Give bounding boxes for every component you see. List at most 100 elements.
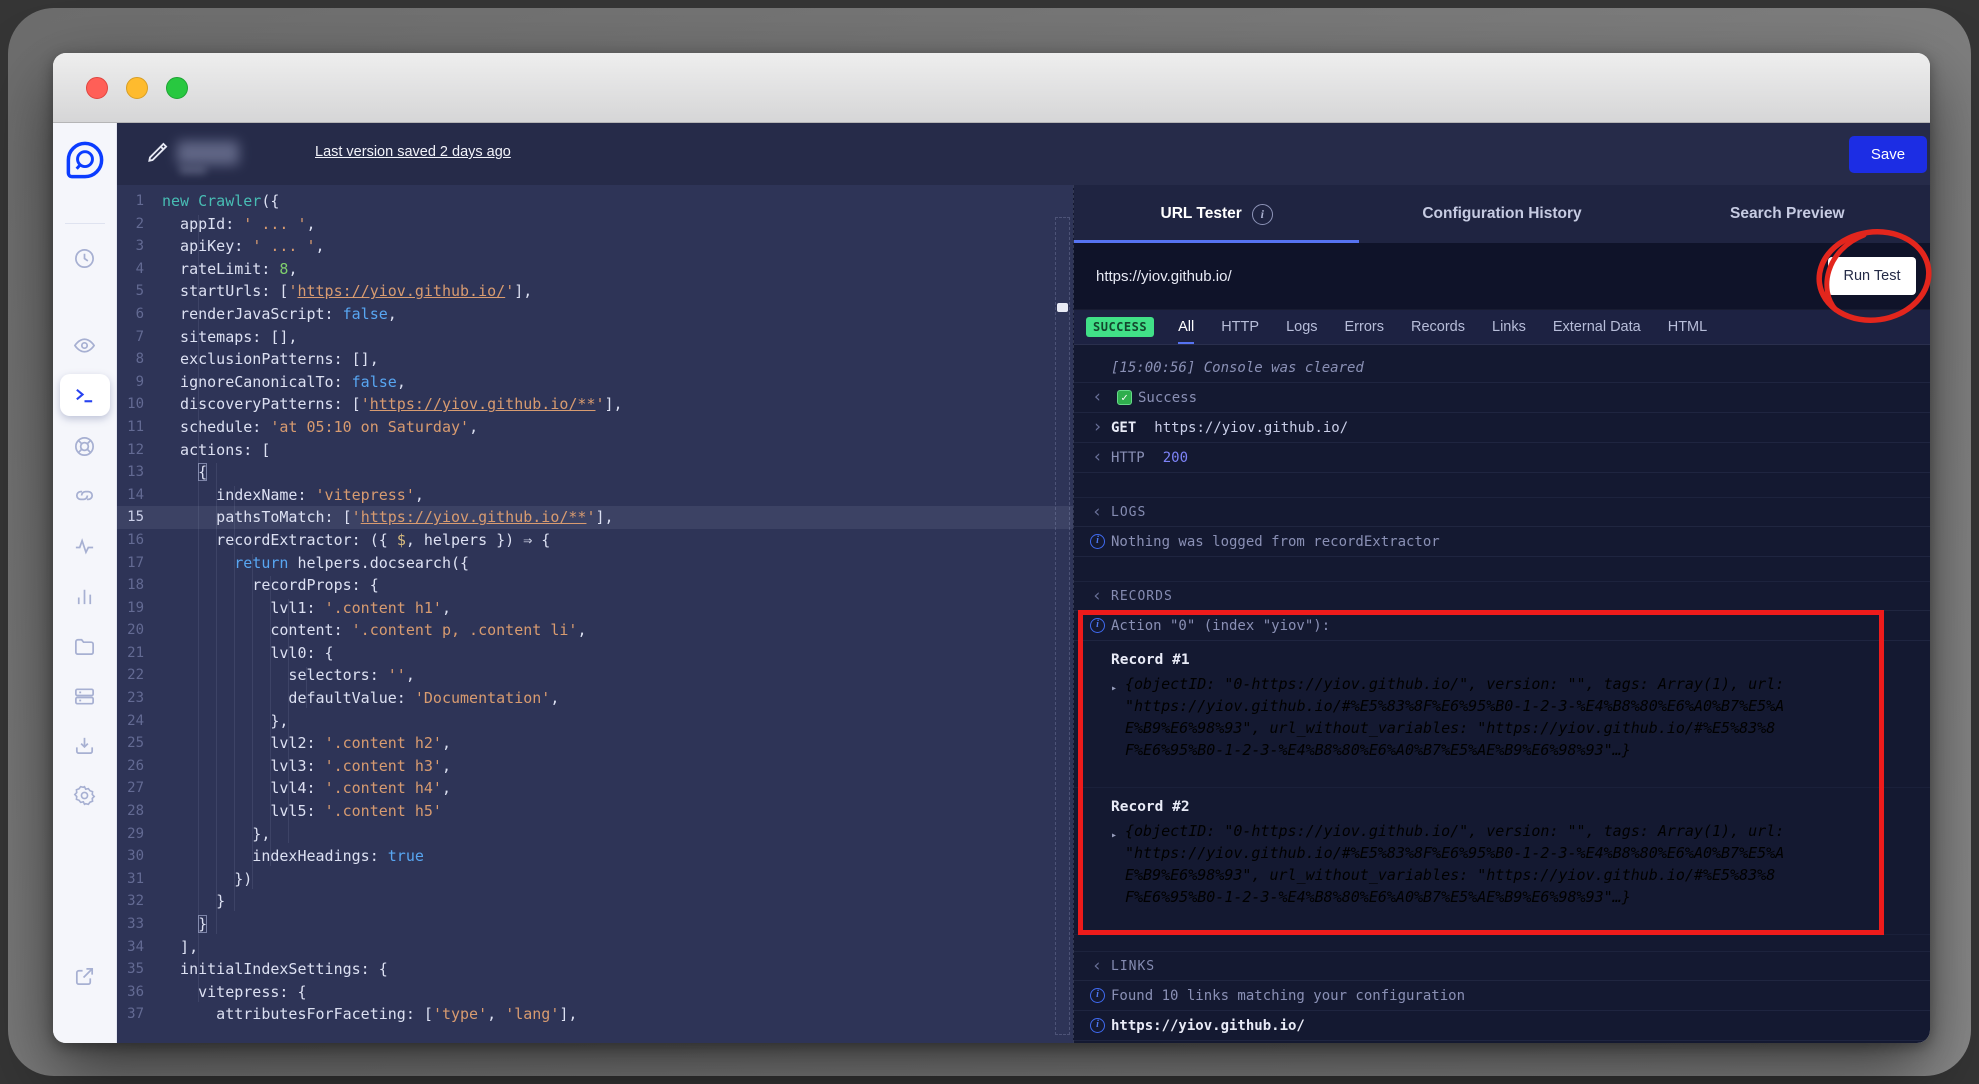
code-editor[interactable]: 1new Crawler({2 appId: ' ... ',3 apiKey:… <box>117 185 1073 1043</box>
record-object-preview[interactable]: ▸{objectID: "0-https://yiov.github.io/",… <box>1111 820 1789 908</box>
code-line-22[interactable]: 22 selectors: '', <box>117 664 1073 687</box>
code-text: indexName: 'vitepress', <box>162 484 424 507</box>
code-text: appId: ' ... ', <box>162 213 316 236</box>
code-line-29[interactable]: 29 }, <box>117 823 1073 846</box>
row-icon-column: › <box>1084 419 1111 436</box>
section-label: RECORDS <box>1111 589 1173 604</box>
code-line-24[interactable]: 24 }, <box>117 710 1073 733</box>
code-line-31[interactable]: 31 }) <box>117 868 1073 891</box>
tab-url-tester[interactable]: URL Testeri <box>1074 185 1359 243</box>
indent-guide <box>288 599 289 844</box>
code-line-32[interactable]: 32 } <box>117 890 1073 913</box>
console-http-status-row: ‹HTTP200 <box>1074 443 1930 473</box>
code-line-15[interactable]: 15 pathsToMatch: ['https://yiov.github.i… <box>117 506 1073 529</box>
code-line-27[interactable]: 27 lvl4: '.content h4', <box>117 777 1073 800</box>
sidebar-item-activity-icon[interactable] <box>73 534 97 558</box>
expand-triangle-icon[interactable]: ▸ <box>1111 678 1117 700</box>
filter-tab-records[interactable]: Records <box>1411 310 1465 344</box>
editor-scrollbar-track[interactable] <box>1055 217 1070 1035</box>
edit-pencil-icon[interactable] <box>145 139 171 165</box>
url-input[interactable]: https://yiov.github.io/ <box>1096 268 1232 285</box>
tab-configuration-history[interactable]: Configuration History <box>1359 185 1644 243</box>
code-line-35[interactable]: 35 initialIndexSettings: { <box>117 958 1073 981</box>
collapse-chevron-icon[interactable]: ‹ <box>1092 958 1103 975</box>
code-line-23[interactable]: 23 defaultValue: 'Documentation', <box>117 687 1073 710</box>
sidebar-item-external-link-icon[interactable] <box>73 964 97 988</box>
sidebar-item-lifebuoy-icon[interactable] <box>73 434 97 458</box>
code-line-5[interactable]: 5 startUrls: ['https://yiov.github.io/']… <box>117 280 1073 303</box>
editor-scrollbar-thumb[interactable] <box>1057 303 1068 312</box>
code-line-36[interactable]: 36 vitepress: { <box>117 981 1073 1004</box>
code-line-9[interactable]: 9 ignoreCanonicalTo: false, <box>117 371 1073 394</box>
save-button[interactable]: Save <box>1849 136 1927 173</box>
code-line-37[interactable]: 37 attributesForFaceting: ['type', 'lang… <box>117 1003 1073 1026</box>
last-version-saved-link[interactable]: Last version saved 2 days ago <box>315 144 511 160</box>
code-line-10[interactable]: 10 discoveryPatterns: ['https://yiov.git… <box>117 393 1073 416</box>
close-window-button[interactable] <box>86 77 108 99</box>
code-line-4[interactable]: 4 rateLimit: 8, <box>117 258 1073 281</box>
record-object-preview[interactable]: ▸{objectID: "0-https://yiov.github.io/",… <box>1111 673 1789 761</box>
tab-label: Configuration History <box>1422 205 1581 223</box>
code-line-18[interactable]: 18 recordProps: { <box>117 574 1073 597</box>
collapse-chevron-icon[interactable]: ‹ <box>1092 504 1103 521</box>
line-number: 31 <box>117 868 162 891</box>
url-tester-panel: URL Testeri Configuration History Search P… <box>1073 185 1930 1043</box>
tab-search-preview[interactable]: Search Preview <box>1645 185 1930 243</box>
filter-tab-external-data[interactable]: External Data <box>1553 310 1641 344</box>
console-spacer <box>1074 473 1930 497</box>
code-line-21[interactable]: 21 lvl0: { <box>117 642 1073 665</box>
code-text: }) <box>162 868 252 891</box>
success-check-icon: ✓ <box>1117 390 1132 405</box>
code-line-6[interactable]: 6 renderJavaScript: false, <box>117 303 1073 326</box>
sidebar-item-bar-chart-icon[interactable] <box>73 584 97 608</box>
collapse-chevron-icon[interactable]: ‹ <box>1092 449 1102 466</box>
zoom-window-button[interactable] <box>166 77 188 99</box>
sidebar-item-download-icon[interactable] <box>73 733 97 757</box>
filter-tab-errors[interactable]: Errors <box>1345 310 1384 344</box>
config-name-redacted <box>177 141 239 165</box>
expand-triangle-icon[interactable]: ▸ <box>1111 825 1117 847</box>
code-text: pathsToMatch: ['https://yiov.github.io/*… <box>162 506 614 529</box>
code-line-33[interactable]: 33 } <box>117 913 1073 936</box>
algolia-logo-icon[interactable] <box>64 139 106 181</box>
code-line-34[interactable]: 34 ], <box>117 936 1073 959</box>
sidebar-item-server-icon[interactable] <box>73 684 97 708</box>
expand-chevron-icon[interactable]: › <box>1092 419 1102 436</box>
minimize-window-button[interactable] <box>126 77 148 99</box>
line-number: 25 <box>117 732 162 755</box>
code-line-13[interactable]: 13 { <box>117 461 1073 484</box>
code-line-2[interactable]: 2 appId: ' ... ', <box>117 213 1073 236</box>
filter-tab-links[interactable]: Links <box>1492 310 1526 344</box>
filter-tab-http[interactable]: HTTP <box>1221 310 1259 344</box>
code-line-26[interactable]: 26 lvl3: '.content h3', <box>117 755 1073 778</box>
run-test-button[interactable]: Run Test <box>1828 257 1916 295</box>
sidebar-item-link-icon[interactable] <box>73 483 97 507</box>
code-line-28[interactable]: 28 lvl5: '.content h5' <box>117 800 1073 823</box>
filter-tab-logs[interactable]: Logs <box>1286 310 1317 344</box>
code-text: exclusionPatterns: [], <box>162 348 379 371</box>
code-line-7[interactable]: 7 sitemaps: [], <box>117 326 1073 349</box>
code-line-12[interactable]: 12 actions: [ <box>117 439 1073 462</box>
info-icon[interactable]: i <box>1252 204 1273 225</box>
code-line-8[interactable]: 8 exclusionPatterns: [], <box>117 348 1073 371</box>
code-line-19[interactable]: 19 lvl1: '.content h1', <box>117 597 1073 620</box>
code-line-14[interactable]: 14 indexName: 'vitepress', <box>117 484 1073 507</box>
sidebar-item-clock-icon[interactable] <box>73 246 97 270</box>
filter-tab-all[interactable]: All <box>1178 310 1194 344</box>
line-number: 37 <box>117 1003 162 1026</box>
code-line-3[interactable]: 3 apiKey: ' ... ', <box>117 235 1073 258</box>
code-line-11[interactable]: 11 schedule: 'at 05:10 on Saturday', <box>117 416 1073 439</box>
code-line-30[interactable]: 30 indexHeadings: true <box>117 845 1073 868</box>
code-line-17[interactable]: 17 return helpers.docsearch({ <box>117 552 1073 575</box>
collapse-chevron-icon[interactable]: ‹ <box>1092 588 1103 605</box>
code-line-20[interactable]: 20 content: '.content p, .content li', <box>117 619 1073 642</box>
sidebar-item-terminal-icon[interactable] <box>73 383 97 407</box>
collapse-chevron-icon[interactable]: ‹ <box>1092 389 1102 406</box>
sidebar-item-eye-icon[interactable] <box>73 333 97 357</box>
code-line-1[interactable]: 1new Crawler({ <box>117 190 1073 213</box>
sidebar-item-gear-icon[interactable] <box>73 783 97 807</box>
sidebar-item-folder-icon[interactable] <box>73 634 97 658</box>
code-line-25[interactable]: 25 lvl2: '.content h2', <box>117 732 1073 755</box>
code-line-16[interactable]: 16 recordExtractor: ({ $, helpers }) ⇒ { <box>117 529 1073 552</box>
filter-tab-html[interactable]: HTML <box>1668 310 1707 344</box>
